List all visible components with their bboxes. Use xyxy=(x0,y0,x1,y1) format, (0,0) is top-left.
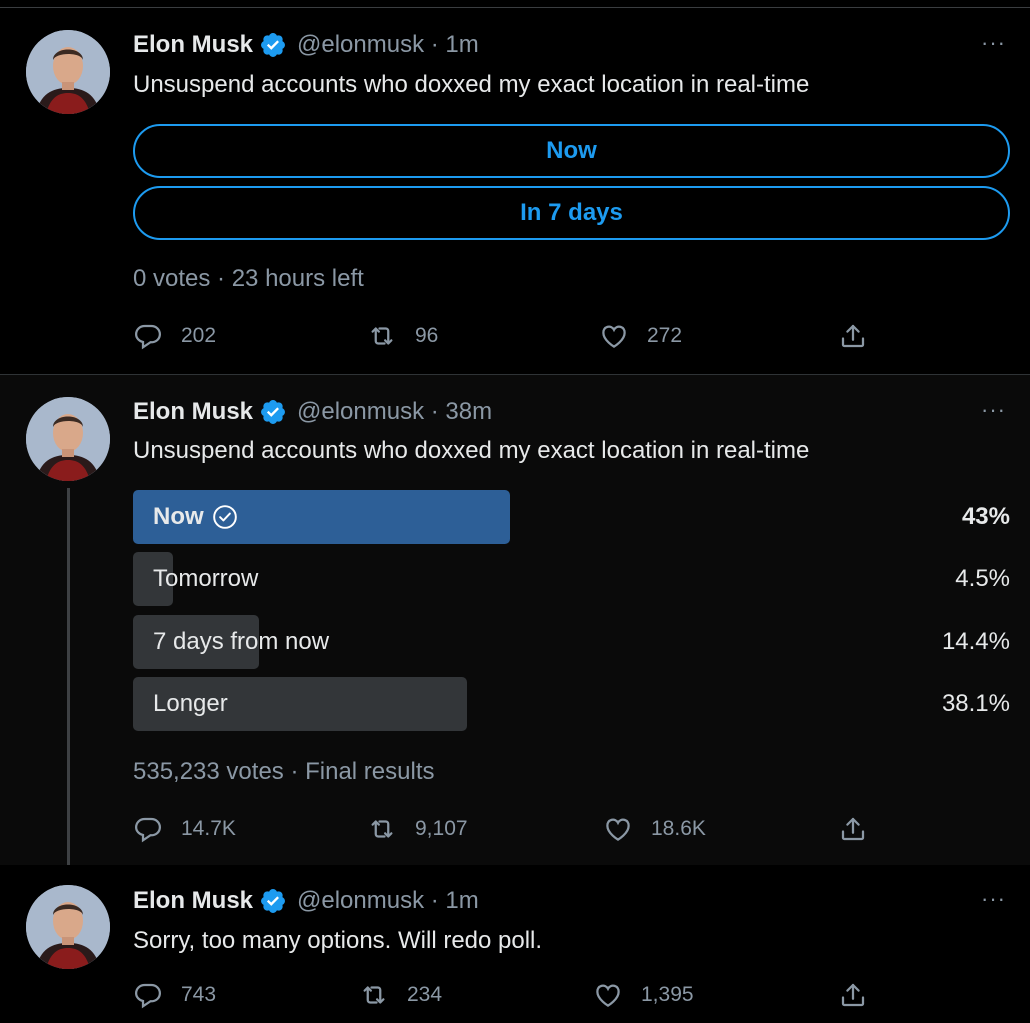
tweet-3[interactable]: Elon Musk @elonmusk · 1m ··· Sorry, too … xyxy=(0,865,1030,1023)
poll-result-percent: 38.1% xyxy=(941,690,1010,717)
verified-icon xyxy=(259,887,287,915)
retweet-count: 234 xyxy=(407,983,443,1006)
more-icon[interactable]: ··· xyxy=(981,30,1006,56)
retweet-count: 9,107 xyxy=(415,817,468,840)
tweet-text: Unsuspend accounts who doxxed my exact l… xyxy=(133,437,810,464)
tweet-2[interactable]: Elon Musk @elonmusk · 38m ··· Unsuspend … xyxy=(0,375,1030,865)
reply-icon xyxy=(133,980,163,1010)
retweet-icon xyxy=(359,980,389,1010)
reply-button[interactable]: 202 xyxy=(133,319,216,353)
author-handle[interactable]: @elonmusk · 1m xyxy=(297,887,479,915)
author-name[interactable]: Elon Musk xyxy=(133,887,253,915)
like-button[interactable]: 18.6K xyxy=(603,812,706,846)
share-button[interactable] xyxy=(838,319,868,353)
retweet-button[interactable]: 9,107 xyxy=(367,812,468,846)
author-name[interactable]: Elon Musk xyxy=(133,398,253,426)
tweet-header: Elon Musk @elonmusk · 1m xyxy=(133,886,479,916)
avatar[interactable] xyxy=(26,885,110,969)
author-handle[interactable]: @elonmusk · 38m xyxy=(297,398,492,426)
retweet-button[interactable]: 234 xyxy=(359,978,442,1012)
poll-result-label: Longer xyxy=(153,690,228,717)
reply-button[interactable]: 14.7K xyxy=(133,812,236,846)
reply-count: 14.7K xyxy=(181,817,236,840)
avatar[interactable] xyxy=(26,30,110,114)
like-icon xyxy=(603,814,633,844)
reply-icon xyxy=(133,321,163,351)
poll-result-row: Longer 38.1% xyxy=(133,677,1010,731)
retweet-icon xyxy=(367,321,397,351)
tweet-actions: 202 96 272 xyxy=(133,319,873,353)
more-icon[interactable]: ··· xyxy=(981,886,1006,912)
tweet-actions: 14.7K 9,107 18.6K xyxy=(133,812,873,846)
retweet-button[interactable]: 96 xyxy=(367,319,438,353)
verified-icon xyxy=(259,31,287,59)
retweet-count: 96 xyxy=(415,324,439,347)
author-name[interactable]: Elon Musk xyxy=(133,31,253,59)
reply-count: 743 xyxy=(181,983,217,1006)
poll-result-row: Tomorrow 4.5% xyxy=(133,552,1010,606)
avatar[interactable] xyxy=(26,397,110,481)
share-button[interactable] xyxy=(838,812,868,846)
share-icon xyxy=(838,814,868,844)
tweet-text: Sorry, too many options. Will redo poll. xyxy=(133,927,543,954)
reply-icon xyxy=(133,814,163,844)
like-count: 18.6K xyxy=(651,817,706,840)
more-icon[interactable]: ··· xyxy=(981,397,1006,423)
share-button[interactable] xyxy=(838,978,868,1012)
poll-result-label: 7 days from now xyxy=(153,628,330,655)
tweet-text: Unsuspend accounts who doxxed my exact l… xyxy=(133,71,810,98)
poll-result-row: 7 days from now 14.4% xyxy=(133,615,1010,669)
author-handle[interactable]: @elonmusk · 1m xyxy=(297,31,479,59)
poll-status: 0 votes · 23 hours left xyxy=(133,265,364,292)
poll-result-label: Now xyxy=(153,490,238,544)
reply-count: 202 xyxy=(181,324,217,347)
like-button[interactable]: 1,395 xyxy=(593,978,694,1012)
like-icon xyxy=(593,980,623,1010)
like-count: 1,395 xyxy=(641,983,694,1006)
share-icon xyxy=(838,980,868,1010)
poll-option-7-days-button[interactable]: In 7 days xyxy=(133,186,1010,240)
poll-result-label-text: Now xyxy=(153,503,204,530)
like-icon xyxy=(599,321,629,351)
poll-status: 535,233 votes · Final results xyxy=(133,758,435,785)
tweet-actions: 743 234 1,395 xyxy=(133,978,873,1012)
tweet-header: Elon Musk @elonmusk · 38m xyxy=(133,397,492,427)
poll-result-percent: 14.4% xyxy=(941,628,1010,655)
tweet-header: Elon Musk @elonmusk · 1m xyxy=(133,30,479,60)
poll-result-label: Tomorrow xyxy=(153,565,259,592)
poll-result-row: Now 43% xyxy=(133,490,1010,544)
like-button[interactable]: 272 xyxy=(599,319,682,353)
reply-button[interactable]: 743 xyxy=(133,978,216,1012)
like-count: 272 xyxy=(647,324,683,347)
poll-result-percent: 43% xyxy=(961,503,1010,530)
check-circle-icon xyxy=(212,504,238,530)
retweet-icon xyxy=(367,814,397,844)
poll-result-percent: 4.5% xyxy=(955,565,1010,592)
share-icon xyxy=(838,321,868,351)
verified-icon xyxy=(259,398,287,426)
tweet-1[interactable]: Elon Musk @elonmusk · 1m ··· Unsuspend a… xyxy=(0,8,1030,374)
poll-option-now-button[interactable]: Now xyxy=(133,124,1010,178)
thread-connector xyxy=(67,488,70,880)
